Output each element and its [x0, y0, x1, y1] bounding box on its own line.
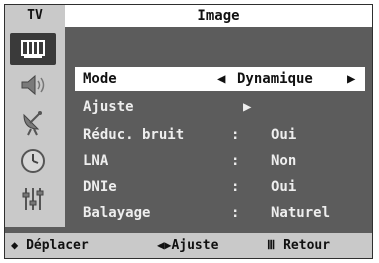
help-footer: ◆ Déplacer ◀▶Ajuste Ⅲ Retour	[5, 233, 372, 258]
separator: :	[231, 127, 240, 143]
menu-item-ajuste[interactable]: Ajuste ▶	[75, 95, 365, 119]
mode-value: Dynamique	[237, 71, 313, 87]
up-down-icon: ◆	[11, 238, 19, 252]
menu-return-icon: Ⅲ	[267, 238, 276, 252]
menu-item-value: Naturel	[271, 205, 331, 221]
menu-item-mode[interactable]: Mode ◀ Dynamique ▶	[75, 67, 365, 91]
adjust-hint: ◀▶Ajuste	[157, 233, 218, 258]
setup-sliders-icon[interactable]	[10, 183, 56, 215]
separator: :	[231, 179, 240, 195]
arrow-right-icon[interactable]: ▶	[347, 67, 355, 91]
move-hint: ◆ Déplacer	[11, 233, 89, 258]
return-label: Retour	[283, 238, 331, 253]
menu-category-sidebar	[5, 27, 65, 227]
menu-item-dnie[interactable]: DNIe : Oui	[75, 175, 365, 199]
submenu-arrow-icon: ▶	[243, 99, 252, 115]
separator: :	[231, 153, 240, 169]
menu-item-value: Oui	[271, 179, 297, 195]
menu-items-panel: Mode ◀ Dynamique ▶ Ajuste ▶ Réduc. bruit…	[65, 27, 372, 227]
menu-item-value: Oui	[271, 127, 297, 143]
tv-label: TV	[5, 5, 65, 27]
menu-header: TV Image	[5, 5, 372, 27]
adjust-label: Ajuste	[171, 238, 219, 253]
menu-item-balayage[interactable]: Balayage : Naturel	[75, 201, 365, 225]
arrow-left-icon[interactable]: ◀	[217, 67, 225, 91]
menu-item-label: LNA	[83, 153, 109, 169]
separator: :	[231, 205, 240, 221]
menu-item-lna[interactable]: LNA : Non	[75, 149, 365, 173]
menu-title: Image	[65, 5, 372, 27]
return-hint: Ⅲ Retour	[267, 233, 330, 258]
left-right-icon: ◀▶	[157, 238, 172, 252]
menu-item-label: DNIe	[83, 179, 117, 195]
picture-icon[interactable]	[10, 33, 56, 65]
move-label: Déplacer	[26, 238, 89, 253]
menu-item-label: Ajuste	[83, 99, 134, 115]
menu-item-value: Non	[271, 153, 297, 169]
timer-clock-icon[interactable]	[10, 145, 56, 177]
sound-icon[interactable]	[10, 69, 56, 101]
menu-item-label: Balayage	[83, 205, 151, 221]
menu-item-label: Mode	[83, 71, 117, 87]
menu-item-label: Réduc. bruit	[83, 127, 185, 143]
osd-menu-window: TV Image Mode ◀ Dynamique ▶ Ajuste ▶ Réd…	[4, 4, 373, 259]
menu-item-reduc-bruit[interactable]: Réduc. bruit : Oui	[75, 123, 365, 147]
channel-antenna-icon[interactable]	[10, 107, 56, 139]
